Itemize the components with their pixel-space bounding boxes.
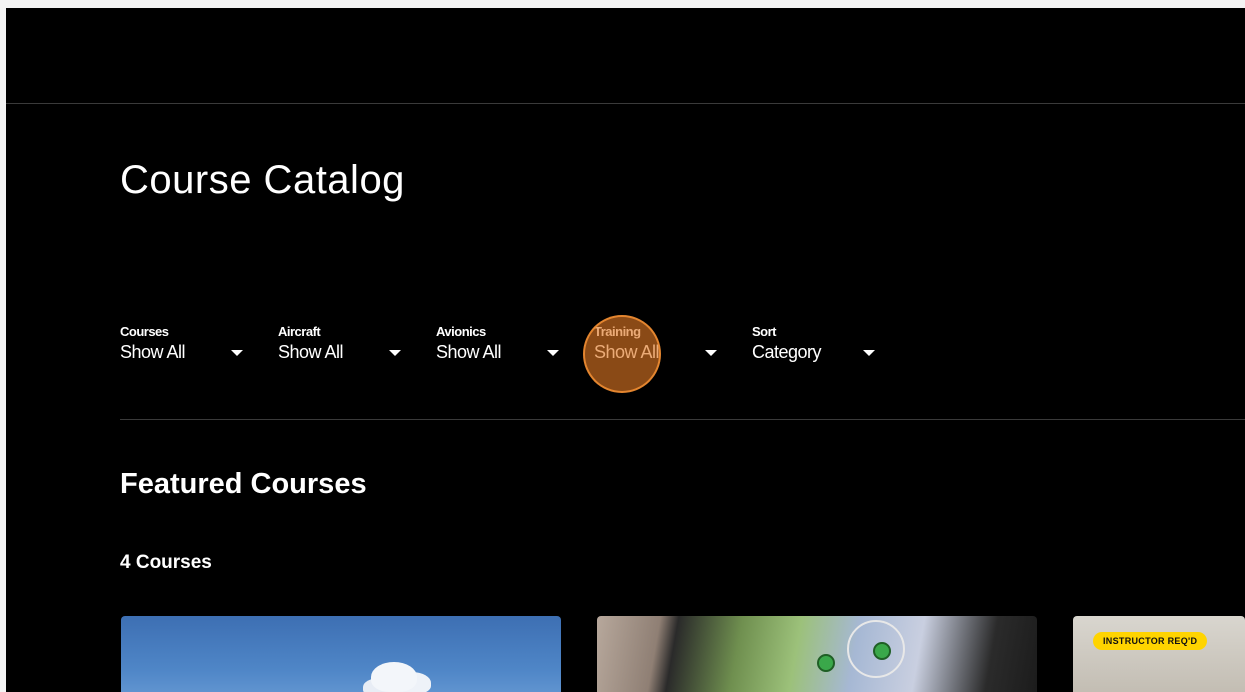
radar-cell-image: [817, 654, 835, 672]
filter-avionics-label: Avionics: [436, 324, 486, 339]
filter-sort-label: Sort: [752, 324, 777, 339]
course-card-instructor[interactable]: INSTRUCTOR REQ'D: [1073, 616, 1245, 692]
filter-training-value[interactable]: Show All: [594, 342, 705, 363]
filter-sort-value[interactable]: Category: [752, 342, 863, 363]
caret-down-icon[interactable]: [389, 350, 401, 356]
app-frame: Course Catalog Courses Show All Aircraft…: [6, 8, 1245, 692]
filter-sort[interactable]: Sort Category: [752, 324, 910, 363]
filter-aircraft-label: Aircraft: [278, 324, 321, 339]
radar-cell-image: [873, 642, 891, 660]
featured-courses-heading: Featured Courses: [120, 468, 367, 500]
caret-down-icon[interactable]: [705, 350, 717, 356]
filter-bar: Courses Show All Aircraft Show All Avion…: [120, 324, 910, 363]
filter-courses-label: Courses: [120, 324, 169, 339]
filter-avionics-value[interactable]: Show All: [436, 342, 547, 363]
course-card-sky[interactable]: [121, 616, 561, 692]
filter-aircraft-value[interactable]: Show All: [278, 342, 389, 363]
filter-avionics[interactable]: Avionics Show All: [436, 324, 594, 363]
filter-training-label: Training: [594, 324, 641, 339]
instructor-required-badge: INSTRUCTOR REQ'D: [1093, 632, 1208, 650]
caret-down-icon[interactable]: [863, 350, 875, 356]
cloud-image: [371, 662, 417, 692]
caret-down-icon[interactable]: [547, 350, 559, 356]
filter-training[interactable]: Training Show All: [594, 324, 752, 363]
page-title: Course Catalog: [120, 158, 405, 202]
course-card-weather-radar[interactable]: [597, 616, 1037, 692]
caret-down-icon[interactable]: [231, 350, 243, 356]
top-navigation-bar: [6, 8, 1245, 104]
course-count: 4 Courses: [120, 552, 212, 573]
section-divider: [120, 419, 1245, 420]
filter-aircraft[interactable]: Aircraft Show All: [278, 324, 436, 363]
filter-courses-value[interactable]: Show All: [120, 342, 231, 363]
filter-courses[interactable]: Courses Show All: [120, 324, 278, 363]
